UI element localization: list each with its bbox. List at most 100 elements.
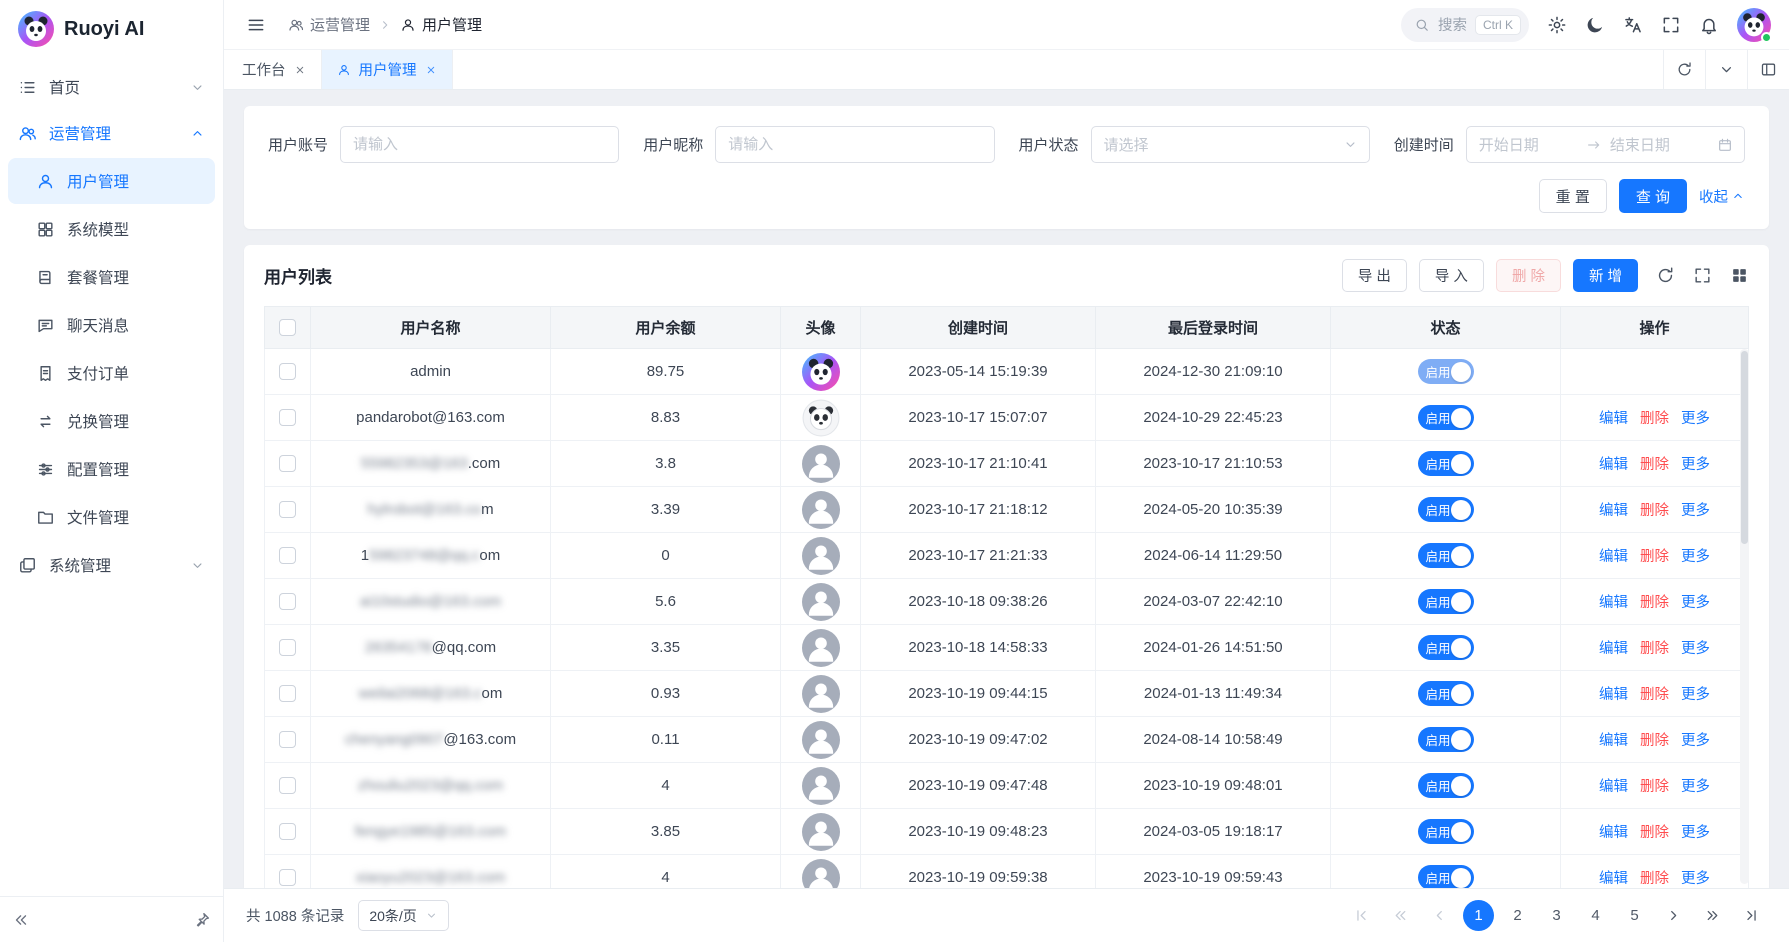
- tab-user-management[interactable]: 用户管理: [322, 50, 453, 89]
- fullscreen-icon[interactable]: [1661, 15, 1681, 35]
- dark-mode-moon-icon[interactable]: [1585, 15, 1605, 35]
- status-toggle[interactable]: 启用: [1418, 865, 1474, 888]
- last-page-button[interactable]: [1736, 900, 1767, 931]
- export-button[interactable]: 导 出: [1342, 259, 1407, 292]
- delete-button[interactable]: 删 除: [1496, 259, 1561, 292]
- edit-link[interactable]: 编辑: [1599, 825, 1628, 841]
- delete-link[interactable]: 删除: [1640, 825, 1669, 841]
- sidebar-item-system[interactable]: 系统管理: [0, 542, 223, 588]
- status-toggle[interactable]: 启用: [1418, 589, 1474, 614]
- sidebar-item-exchange-management[interactable]: 兑换管理: [8, 398, 215, 444]
- select-all-checkbox[interactable]: [279, 319, 296, 336]
- sidebar-item-user-management[interactable]: 用户管理: [8, 158, 215, 204]
- breadcrumb-current[interactable]: 用户管理: [400, 14, 482, 35]
- delete-link[interactable]: 删除: [1640, 411, 1669, 427]
- next-page-button[interactable]: [1658, 900, 1689, 931]
- more-link[interactable]: 更多: [1681, 871, 1710, 887]
- search-button[interactable]: 查 询: [1619, 179, 1687, 213]
- row-checkbox[interactable]: [279, 363, 296, 380]
- status-toggle[interactable]: 启用: [1418, 819, 1474, 844]
- edit-link[interactable]: 编辑: [1599, 549, 1628, 565]
- delete-link[interactable]: 删除: [1640, 687, 1669, 703]
- status-toggle[interactable]: 启用: [1418, 497, 1474, 522]
- status-toggle[interactable]: 启用: [1418, 635, 1474, 660]
- reset-button[interactable]: 重 置: [1539, 179, 1607, 213]
- import-button[interactable]: 导 入: [1419, 259, 1484, 292]
- add-button[interactable]: 新 增: [1573, 259, 1638, 292]
- tab-workbench[interactable]: 工作台: [224, 50, 322, 89]
- sidebar-item-system-model[interactable]: 系统模型: [8, 206, 215, 252]
- status-toggle[interactable]: 启用: [1418, 681, 1474, 706]
- row-checkbox[interactable]: [279, 547, 296, 564]
- sidebar-item-chat-messages[interactable]: 聊天消息: [8, 302, 215, 348]
- more-link[interactable]: 更多: [1681, 641, 1710, 657]
- close-icon[interactable]: [425, 64, 437, 76]
- row-checkbox[interactable]: [279, 501, 296, 518]
- breadcrumb-parent[interactable]: 运营管理: [288, 14, 370, 35]
- edit-link[interactable]: 编辑: [1599, 687, 1628, 703]
- row-checkbox[interactable]: [279, 593, 296, 610]
- delete-link[interactable]: 删除: [1640, 871, 1669, 887]
- first-page-button[interactable]: [1346, 900, 1377, 931]
- row-checkbox[interactable]: [279, 685, 296, 702]
- translate-icon[interactable]: [1623, 15, 1643, 35]
- status-toggle[interactable]: 启用: [1418, 405, 1474, 430]
- more-link[interactable]: 更多: [1681, 595, 1710, 611]
- refresh-tab-button[interactable]: [1663, 50, 1705, 89]
- row-checkbox[interactable]: [279, 777, 296, 794]
- nickname-input[interactable]: [715, 126, 994, 163]
- menu-toggle-icon[interactable]: [246, 15, 266, 35]
- status-toggle[interactable]: 启用: [1418, 359, 1474, 384]
- sidebar-item-payment-orders[interactable]: 支付订单: [8, 350, 215, 396]
- delete-link[interactable]: 删除: [1640, 733, 1669, 749]
- delete-link[interactable]: 删除: [1640, 457, 1669, 473]
- table-scrollbar[interactable]: [1740, 349, 1749, 884]
- tab-menu-button[interactable]: [1705, 50, 1747, 89]
- delete-link[interactable]: 删除: [1640, 779, 1669, 795]
- collapse-filter-link[interactable]: 收起: [1699, 186, 1745, 207]
- sidebar-item-operations[interactable]: 运营管理: [0, 110, 223, 156]
- more-link[interactable]: 更多: [1681, 549, 1710, 565]
- layout-button[interactable]: [1747, 50, 1789, 89]
- close-icon[interactable]: [294, 64, 306, 76]
- row-checkbox[interactable]: [279, 455, 296, 472]
- more-link[interactable]: 更多: [1681, 503, 1710, 519]
- edit-link[interactable]: 编辑: [1599, 503, 1628, 519]
- global-search[interactable]: 搜索 Ctrl K: [1401, 8, 1529, 42]
- fast-backward-button[interactable]: [1385, 900, 1416, 931]
- row-checkbox[interactable]: [279, 731, 296, 748]
- row-checkbox[interactable]: [279, 869, 296, 886]
- more-link[interactable]: 更多: [1681, 411, 1710, 427]
- delete-link[interactable]: 删除: [1640, 549, 1669, 565]
- sidebar-item-home[interactable]: 首页: [0, 64, 223, 110]
- more-link[interactable]: 更多: [1681, 687, 1710, 703]
- row-checkbox[interactable]: [279, 823, 296, 840]
- page-4-button[interactable]: 4: [1580, 900, 1611, 931]
- edit-link[interactable]: 编辑: [1599, 641, 1628, 657]
- prev-page-button[interactable]: [1424, 900, 1455, 931]
- fast-forward-button[interactable]: [1697, 900, 1728, 931]
- status-toggle[interactable]: 启用: [1418, 451, 1474, 476]
- edit-link[interactable]: 编辑: [1599, 457, 1628, 473]
- delete-link[interactable]: 删除: [1640, 595, 1669, 611]
- row-checkbox[interactable]: [279, 639, 296, 656]
- page-2-button[interactable]: 2: [1502, 900, 1533, 931]
- more-link[interactable]: 更多: [1681, 825, 1710, 841]
- user-avatar[interactable]: [1737, 8, 1771, 42]
- scrollbar-thumb[interactable]: [1741, 351, 1748, 544]
- settings-gear-icon[interactable]: [1547, 15, 1567, 35]
- status-toggle[interactable]: 启用: [1418, 543, 1474, 568]
- status-toggle[interactable]: 启用: [1418, 727, 1474, 752]
- refresh-icon[interactable]: [1656, 266, 1675, 285]
- page-3-button[interactable]: 3: [1541, 900, 1572, 931]
- edit-link[interactable]: 编辑: [1599, 411, 1628, 427]
- delete-link[interactable]: 删除: [1640, 641, 1669, 657]
- edit-link[interactable]: 编辑: [1599, 733, 1628, 749]
- more-link[interactable]: 更多: [1681, 779, 1710, 795]
- collapse-sidebar-icon[interactable]: [12, 911, 30, 929]
- fullscreen-icon[interactable]: [1693, 266, 1712, 285]
- sidebar-item-file-management[interactable]: 文件管理: [8, 494, 215, 540]
- page-1-button[interactable]: 1: [1463, 900, 1494, 931]
- sidebar-item-config-management[interactable]: 配置管理: [8, 446, 215, 492]
- status-select[interactable]: 请选择: [1091, 126, 1370, 163]
